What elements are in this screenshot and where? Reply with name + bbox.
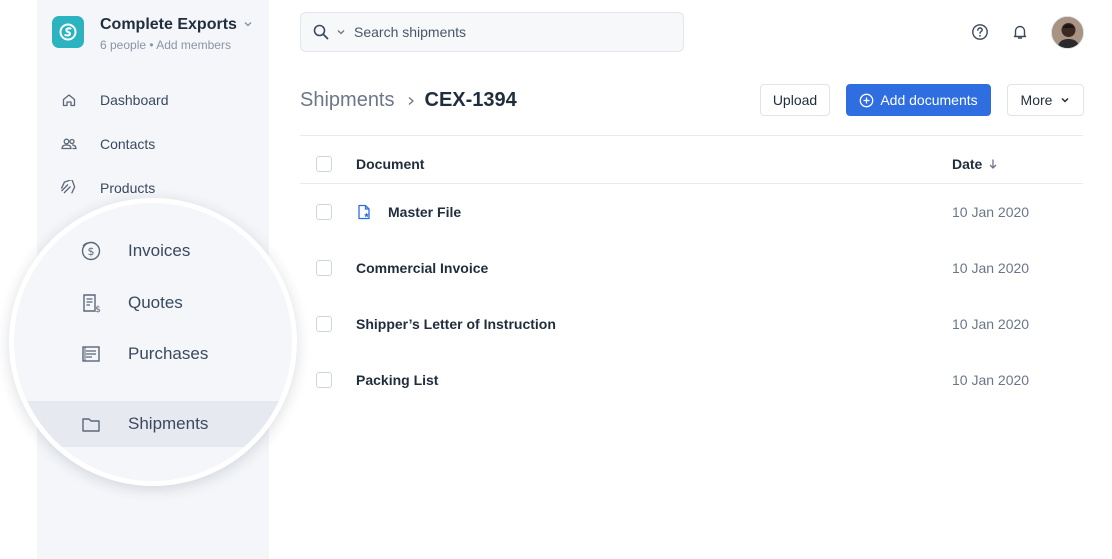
column-header-document[interactable]: Document: [356, 156, 424, 172]
document-name[interactable]: Shipper’s Letter of Instruction: [356, 316, 556, 332]
document-name[interactable]: Packing List: [356, 372, 438, 388]
more-label: More: [1020, 92, 1053, 108]
table-header-divider: [300, 183, 1083, 184]
app-logo-icon: [52, 16, 84, 48]
select-all-checkbox[interactable]: [316, 156, 332, 172]
workspace-subtitle: 6 people • Add members: [100, 38, 231, 52]
sidebar-item-label: Shipments: [128, 414, 209, 433]
row-checkbox[interactable]: [316, 372, 332, 388]
sidebar-item-dashboard[interactable]: Dashboard: [60, 91, 169, 109]
chevron-down-icon[interactable]: [336, 27, 346, 37]
magnifier-callout: $ Invoices $ Quotes Purchases Shipments: [9, 198, 297, 486]
tag-icon: [60, 179, 78, 197]
document-name: Master File: [356, 204, 461, 220]
row-checkbox[interactable]: [316, 204, 332, 220]
workspace-name: Complete Exports: [100, 16, 237, 33]
breadcrumb-root[interactable]: Shipments: [300, 89, 395, 112]
sidebar-item-label: Purchases: [128, 344, 209, 363]
sidebar-item-label: Invoices: [128, 241, 191, 260]
sidebar-item-label: Dashboard: [100, 92, 169, 108]
receipt-icon: $: [80, 292, 102, 314]
avatar[interactable]: [1051, 16, 1084, 49]
add-documents-button[interactable]: Add documents: [846, 84, 991, 116]
plus-circle-icon: [859, 93, 874, 108]
header-divider: [300, 135, 1083, 136]
dollar-coin-icon: $: [80, 240, 102, 262]
caret-right-icon: [407, 96, 415, 106]
home-icon: [60, 91, 78, 109]
svg-text:$: $: [95, 305, 101, 314]
sidebar-item-label: Products: [100, 180, 156, 196]
sidebar-item-purchases[interactable]: Purchases: [14, 331, 292, 377]
sidebar-item-quotes[interactable]: $ Quotes: [14, 280, 292, 326]
sidebar-item-products[interactable]: Products: [60, 179, 155, 197]
search-input[interactable]: [354, 24, 654, 40]
breadcrumb: Shipments CEX-1394: [300, 89, 517, 112]
document-date: 10 Jan 2020: [952, 260, 1030, 276]
more-button[interactable]: More: [1007, 84, 1084, 116]
page-title: CEX-1394: [424, 89, 517, 111]
add-documents-label: Add documents: [880, 92, 978, 108]
row-checkbox[interactable]: [316, 316, 332, 332]
upload-button[interactable]: Upload: [760, 84, 830, 116]
document-date: 10 Jan 2020: [952, 372, 1030, 388]
arrow-down-icon: [988, 158, 998, 170]
search-icon[interactable]: [312, 23, 330, 41]
search-bar[interactable]: [300, 12, 684, 52]
ledger-icon: [80, 343, 102, 365]
chevron-down-icon: [243, 16, 253, 34]
people-icon: [60, 135, 78, 153]
help-icon[interactable]: [970, 22, 990, 42]
sidebar-item-label: Contacts: [100, 136, 156, 152]
folder-icon: [80, 413, 102, 435]
workspace-switcher[interactable]: Complete Exports 6 people • Add members: [52, 16, 253, 52]
column-header-date-label: Date: [952, 156, 983, 172]
document-name[interactable]: Commercial Invoice: [356, 260, 488, 276]
starred-file-icon: [356, 204, 372, 220]
sidebar-item-invoices[interactable]: $ Invoices: [14, 228, 292, 274]
svg-text:$: $: [88, 245, 95, 258]
column-header-date[interactable]: Date: [952, 156, 998, 172]
sidebar-item-label: Quotes: [128, 293, 183, 312]
chevron-down-icon: [1060, 95, 1070, 105]
document-date: 10 Jan 2020: [952, 316, 1030, 332]
sidebar-item-shipments[interactable]: Shipments: [14, 401, 292, 447]
document-date: 10 Jan 2020: [952, 204, 1030, 220]
bell-icon[interactable]: [1010, 22, 1030, 42]
document-name-label[interactable]: Master File: [388, 204, 461, 220]
sidebar-item-contacts[interactable]: Contacts: [60, 135, 155, 153]
row-checkbox[interactable]: [316, 260, 332, 276]
